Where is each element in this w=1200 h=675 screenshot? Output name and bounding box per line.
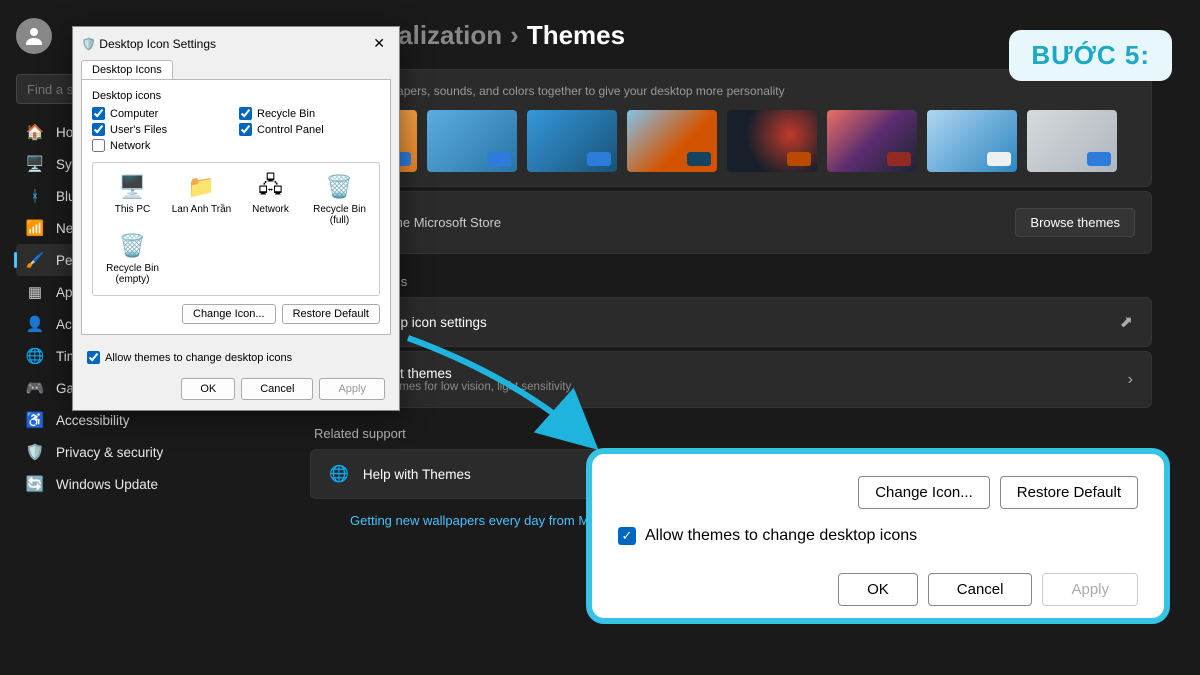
desktop-icon-checkbox[interactable]: Control Panel — [239, 123, 380, 136]
theme-tile[interactable] — [527, 110, 617, 172]
setting-row[interactable]: ◐Contrast themesColor themes for low vis… — [310, 351, 1152, 408]
restore-default-button[interactable]: Restore Default — [282, 304, 380, 324]
related-support-title: Related support — [314, 426, 1152, 441]
nav-icon: 🎮 — [26, 379, 44, 397]
nav-icon: 🛡️ — [26, 443, 44, 461]
related-settings-title: Related settings — [314, 274, 1152, 289]
dialog-titlebar: 🛡️ Desktop Icon Settings ✕ — [73, 27, 399, 60]
callout-restore-default-button[interactable]: Restore Default — [1000, 476, 1138, 509]
external-link-icon: ⬈ — [1120, 312, 1133, 332]
desktop-icon-checkbox[interactable]: User's Files — [92, 123, 233, 136]
breadcrumb-current: Themes — [527, 20, 625, 50]
desktop-icon-item[interactable]: 🗑️Recycle Bin (empty) — [101, 232, 164, 285]
desktop-icon-item[interactable]: 🖥️This PC — [101, 173, 164, 226]
apply-button[interactable]: Apply — [319, 378, 385, 400]
callout-ok-button[interactable]: OK — [838, 573, 918, 606]
desktop-icon-item[interactable]: 🖧Network — [239, 173, 302, 226]
callout-cancel-button[interactable]: Cancel — [928, 573, 1033, 606]
theme-tile[interactable] — [827, 110, 917, 172]
nav-icon: 🏠 — [26, 123, 44, 141]
setting-row[interactable]: 🖵Desktop icon settings⬈ — [310, 297, 1152, 347]
nav-icon: ▦ — [26, 283, 44, 301]
callout-zoom: Change Icon... Restore Default ✓ Allow t… — [586, 448, 1170, 624]
desktop-icons-group-label: Desktop icons — [92, 90, 380, 102]
desktop-icon-item[interactable]: 📁Lan Anh Trần — [170, 173, 233, 226]
chevron-right-icon: › — [1128, 371, 1133, 389]
desktop-icon-checkbox[interactable]: Network — [92, 139, 233, 152]
store-row: emes from the Microsoft Store Browse the… — [310, 191, 1152, 254]
desktop-icon-checkbox[interactable]: Recycle Bin — [239, 107, 380, 120]
theme-tile[interactable] — [727, 110, 817, 172]
sidebar-item[interactable]: 🛡️ Privacy & security — [16, 436, 278, 468]
checkmark-icon: ✓ — [618, 527, 636, 545]
shield-icon: 🛡️ — [81, 37, 96, 51]
nav-icon: 🔄 — [26, 475, 44, 493]
nav-label: Ho — [56, 125, 73, 140]
desktop-icon-checkbox[interactable]: Computer — [92, 107, 233, 120]
desktop-icon-settings-dialog: 🛡️ Desktop Icon Settings ✕ Desktop Icons… — [72, 26, 400, 411]
callout-change-icon-button[interactable]: Change Icon... — [858, 476, 990, 509]
nav-icon: 🖌️ — [26, 251, 44, 269]
themes-subtitle: ation of wallpapers, sounds, and colors … — [327, 84, 1135, 98]
nav-icon: 👤 — [26, 315, 44, 333]
nav-icon: 🖥️ — [26, 155, 44, 173]
theme-tile[interactable] — [927, 110, 1017, 172]
nav-icon: 🌐 — [26, 347, 44, 365]
ok-button[interactable]: OK — [181, 378, 235, 400]
allow-themes-checkbox[interactable]: Allow themes to change desktop icons — [73, 343, 399, 372]
nav-label: Windows Update — [56, 477, 158, 492]
theme-tile[interactable] — [1027, 110, 1117, 172]
nav-label: Privacy & security — [56, 445, 163, 460]
themes-card: ation of wallpapers, sounds, and colors … — [310, 69, 1152, 187]
cancel-button[interactable]: Cancel — [241, 378, 313, 400]
theme-tile[interactable] — [427, 110, 517, 172]
step-badge: BƯỚC 5: — [1009, 30, 1172, 81]
tab-desktop-icons[interactable]: Desktop Icons — [81, 60, 173, 79]
theme-grid — [327, 110, 1135, 172]
user-avatar[interactable] — [16, 18, 52, 54]
desktop-icon-item[interactable]: 🗑️Recycle Bin (full) — [308, 173, 371, 226]
nav-icon: ᚼ — [26, 187, 44, 205]
callout-apply-button[interactable]: Apply — [1042, 573, 1138, 606]
close-icon[interactable]: ✕ — [367, 33, 391, 54]
sidebar-item[interactable]: 🔄 Windows Update — [16, 468, 278, 500]
callout-allow-themes-checkbox[interactable]: ✓ Allow themes to change desktop icons — [618, 527, 1138, 545]
change-icon-button[interactable]: Change Icon... — [182, 304, 276, 324]
nav-icon: ♿ — [26, 411, 44, 429]
dialog-title: Desktop Icon Settings — [99, 37, 216, 51]
browse-themes-button[interactable]: Browse themes — [1015, 208, 1135, 237]
row-icon: 🌐 — [329, 464, 349, 484]
nav-label: Accessibility — [56, 413, 130, 428]
nav-icon: 📶 — [26, 219, 44, 237]
theme-tile[interactable] — [627, 110, 717, 172]
